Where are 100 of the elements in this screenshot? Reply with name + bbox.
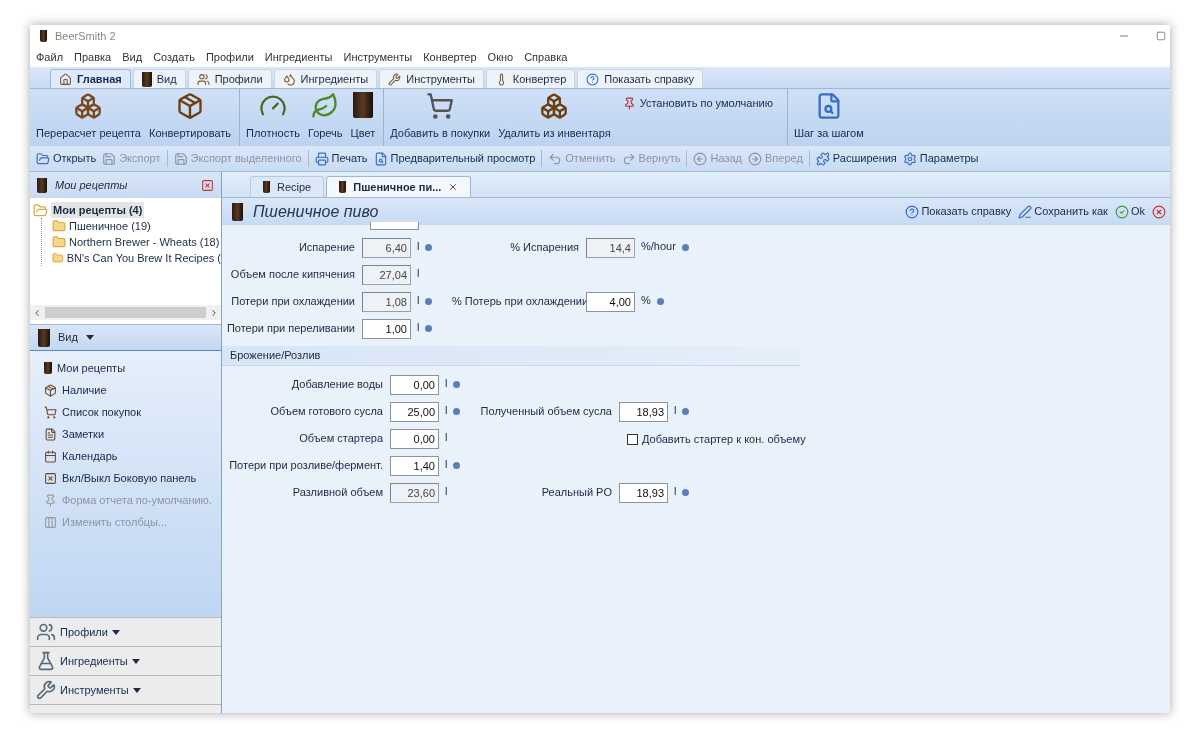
chevron-right-icon[interactable] — [209, 307, 219, 318]
ribbon-button[interactable]: Добавить в покупки — [388, 89, 493, 143]
ribbon-button[interactable]: Установить по умолчанию — [622, 95, 773, 112]
help-icon — [905, 204, 920, 219]
ribbon-tab[interactable]: Конвертер — [485, 69, 576, 88]
unit-label: l — [674, 402, 677, 418]
pen-icon — [1018, 204, 1033, 219]
chevron-left-icon[interactable] — [32, 307, 42, 318]
boxes-icon — [44, 383, 57, 397]
input-field[interactable]: 1,40 — [390, 455, 439, 476]
field-label: Объем стартера — [298, 431, 384, 447]
ribbon-tab[interactable]: Показать справку — [577, 69, 704, 88]
unit-label: %/hour — [641, 238, 676, 254]
view-item[interactable]: Вкл/Выкл Боковую панель — [44, 467, 221, 489]
toolbar-button[interactable]: Печать — [314, 150, 368, 167]
forward-icon — [748, 151, 762, 166]
header-action-button[interactable]: Показать справку — [905, 203, 1012, 220]
tools-icon — [388, 72, 402, 86]
close-icon[interactable] — [448, 182, 459, 192]
unit-label: % — [641, 292, 651, 308]
cancel-icon[interactable] — [1152, 204, 1166, 219]
document-tab[interactable]: Пшеничное пи... — [326, 176, 472, 197]
maximize-icon[interactable] — [1156, 31, 1166, 41]
ribbon-tab[interactable]: Профили — [187, 69, 272, 88]
input-field[interactable]: 0,00 — [390, 374, 439, 395]
view-panel-header[interactable]: Вид — [30, 325, 221, 351]
panel-close-icon — [44, 471, 57, 485]
menu-item[interactable]: Вид — [122, 48, 143, 66]
profile-icon — [36, 622, 56, 642]
preview-icon — [373, 151, 388, 166]
menu-item[interactable]: Ингредиенты — [264, 48, 333, 66]
tree-item[interactable]: Northern Brewer - Wheats (18) — [42, 234, 221, 250]
ribbon-button[interactable]: Перерасчет рецепта — [34, 89, 143, 143]
input-field[interactable]: 1,08 — [362, 291, 411, 312]
caret-icon — [85, 335, 94, 340]
menu-item[interactable]: Правка — [74, 48, 112, 66]
window-title: BeerSmith 2 — [55, 28, 116, 44]
menu-item[interactable]: Справка — [524, 48, 568, 66]
field-label: Реальный PO — [540, 485, 613, 501]
toolbar-button[interactable]: Предварительный просмотр — [373, 150, 536, 167]
document-tab[interactable]: Recipe — [250, 176, 325, 197]
caret-icon — [132, 687, 141, 693]
ribbon-tab[interactable]: Вид — [132, 69, 186, 88]
field-label: Объем готового сусла — [269, 404, 384, 420]
horizontal-scrollbar[interactable] — [30, 305, 221, 320]
view-item[interactable]: Мои рецепты — [44, 357, 221, 379]
ribbon-tab[interactable]: Инструменты — [379, 69, 484, 88]
ribbon-button[interactable]: Удалить из инвентаря — [496, 89, 613, 143]
view-item[interactable]: Наличие — [44, 379, 221, 401]
menu-item[interactable]: Конвертер — [423, 48, 477, 66]
cart-icon — [426, 92, 455, 120]
ribbon-button[interactable]: Горечь — [305, 89, 345, 143]
toolbar-button[interactable]: Расширения — [815, 150, 897, 167]
input-field[interactable]: 6,40 — [362, 237, 411, 258]
menu-item[interactable]: Файл — [36, 48, 64, 66]
header-action-button[interactable]: Сохранить как — [1018, 203, 1108, 220]
input-field[interactable] — [370, 222, 419, 230]
input-field[interactable]: 1,00 — [362, 318, 411, 339]
recipe-title: Пшеничное пиво — [253, 201, 379, 222]
field-label: Испарение — [297, 240, 356, 256]
ribbon-button[interactable]: Шаг за шагом — [791, 89, 866, 143]
ribbon-button[interactable]: Конвертировать — [146, 89, 234, 143]
checkbox[interactable] — [627, 434, 638, 445]
input-field[interactable]: 18,93 — [619, 482, 668, 503]
field-label: Потери при переливании — [225, 321, 356, 337]
profile-icon — [196, 72, 210, 86]
calendar-icon — [44, 449, 57, 463]
ribbon-button[interactable]: Цвет — [348, 89, 378, 143]
input-field[interactable]: 27,04 — [362, 264, 411, 285]
sidebar-group-button[interactable]: Профили — [30, 617, 221, 646]
header-action-button[interactable]: Ok — [1114, 203, 1145, 220]
view-item[interactable]: Список покупок — [44, 401, 221, 423]
input-field[interactable]: 23,60 — [390, 482, 439, 503]
beer-glass-icon — [44, 362, 52, 374]
input-field[interactable]: 4,00 — [586, 291, 635, 312]
ribbon-tab[interactable]: Ингредиенты — [273, 69, 378, 88]
folder-icon — [52, 219, 66, 233]
toolbar-button[interactable]: Открыть — [36, 150, 97, 167]
tree-item[interactable]: Пшеничное (19) — [42, 218, 221, 234]
menu-item[interactable]: Инструменты — [343, 48, 413, 66]
view-item[interactable]: Календарь — [44, 445, 221, 467]
ribbon-tab[interactable]: Главная — [50, 69, 131, 88]
input-field[interactable]: 14,4 — [586, 237, 635, 258]
input-field[interactable]: 0,00 — [390, 428, 439, 449]
toolbar-button[interactable]: Параметры — [902, 150, 979, 167]
sidebar-group-button[interactable]: Ингредиенты — [30, 646, 221, 675]
unit-label: l — [417, 238, 420, 254]
menu-item[interactable]: Окно — [487, 48, 514, 66]
tree-item[interactable]: BN's Can You Brew It Recipes ( — [42, 250, 221, 266]
panel-close-icon[interactable] — [201, 178, 214, 192]
input-field[interactable]: 18,93 — [619, 401, 668, 422]
view-item[interactable]: Заметки — [44, 423, 221, 445]
unit-label: l — [445, 483, 448, 499]
menu-item[interactable]: Создать — [153, 48, 195, 66]
menu-item[interactable]: Профили — [205, 48, 254, 66]
unit-label: l — [417, 265, 420, 281]
ribbon-button[interactable]: Плотность — [244, 89, 302, 143]
unit-label: l — [445, 375, 448, 391]
input-field[interactable]: 25,00 — [390, 401, 439, 422]
sidebar-group-button[interactable]: Инструменты — [30, 675, 221, 704]
